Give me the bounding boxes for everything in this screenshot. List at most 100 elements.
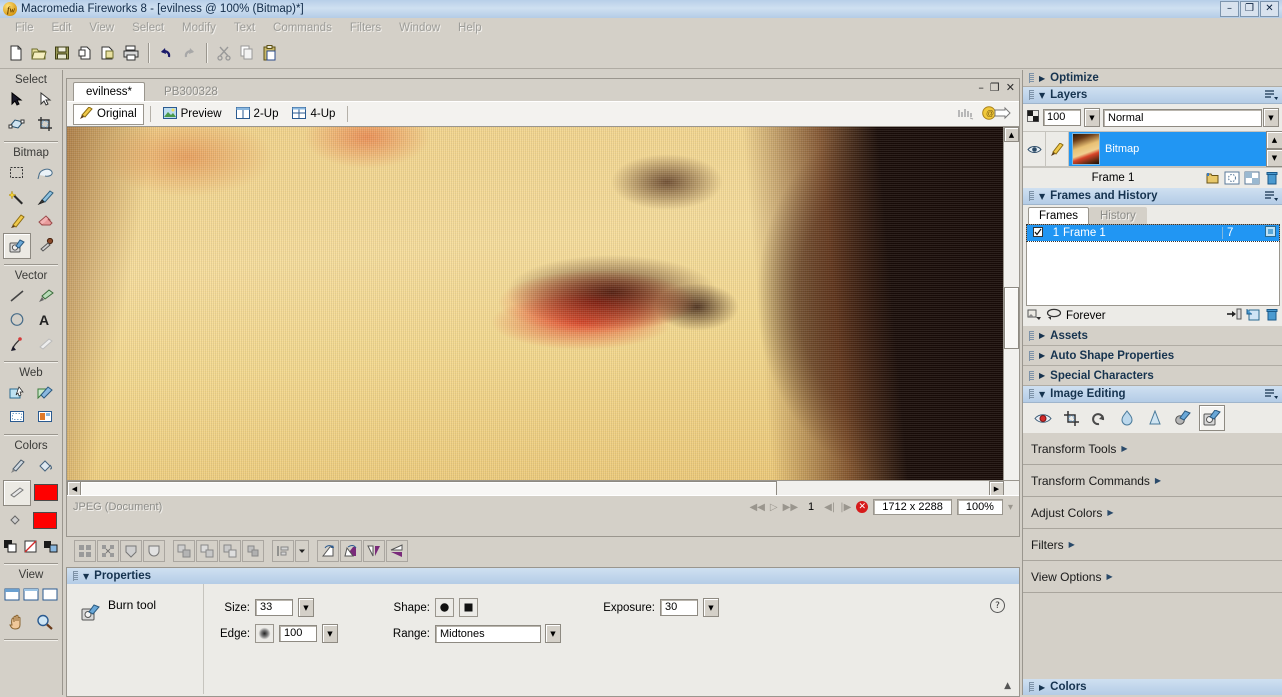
redo-button[interactable] bbox=[178, 42, 200, 64]
range-dropdown-icon[interactable]: ▼ bbox=[545, 624, 561, 643]
panel-grip-icon[interactable] bbox=[1029, 389, 1034, 399]
frames-list[interactable]: 1 Frame 1 7 bbox=[1026, 224, 1280, 306]
window-close-button[interactable]: ✕ bbox=[1260, 1, 1279, 17]
sharpen-tool[interactable] bbox=[1143, 406, 1167, 430]
rotate-ccw-button[interactable] bbox=[317, 540, 339, 562]
resize-grip-icon[interactable]: ▲ bbox=[1004, 681, 1011, 691]
punch-button[interactable] bbox=[219, 540, 241, 562]
hide-slices-button[interactable] bbox=[4, 405, 30, 429]
hotspot-tool[interactable] bbox=[4, 381, 30, 405]
default-colors-button[interactable] bbox=[3, 534, 19, 558]
play-icon[interactable]: ▷ bbox=[770, 502, 778, 513]
lasso-tool[interactable] bbox=[32, 161, 58, 185]
frame-delay[interactable]: 7 bbox=[1222, 227, 1265, 239]
flip-horizontal-button[interactable] bbox=[363, 540, 385, 562]
canvas-vertical-scrollbar[interactable]: ▲ ▼ bbox=[1003, 127, 1019, 495]
vector-path-tool[interactable] bbox=[32, 284, 58, 308]
panel-grip-icon[interactable] bbox=[1029, 191, 1034, 201]
layer-lock-toggle[interactable] bbox=[1046, 132, 1069, 166]
panel-frames-history-header[interactable]: ▼ Frames and History bbox=[1023, 188, 1282, 205]
panel-grip-icon[interactable] bbox=[1029, 73, 1034, 83]
align-left-button[interactable] bbox=[74, 540, 96, 562]
copy-button[interactable] bbox=[236, 42, 258, 64]
canvas-horizontal-scrollbar[interactable]: ◀ ▶ bbox=[67, 480, 1019, 495]
crop-paths-button[interactable] bbox=[242, 540, 264, 562]
zoom-level[interactable]: 100% bbox=[956, 499, 1003, 515]
expand-triangle-icon[interactable]: ▼ bbox=[1039, 91, 1045, 100]
collapse-triangle-icon[interactable]: ▶ bbox=[1039, 371, 1045, 380]
panel-grip-icon[interactable] bbox=[1029, 330, 1034, 341]
text-tool[interactable]: A bbox=[32, 308, 58, 332]
magic-wand-tool[interactable] bbox=[4, 185, 30, 209]
prev-frame-icon[interactable]: ◀| bbox=[824, 502, 835, 513]
panel-options-icon[interactable] bbox=[1265, 388, 1282, 400]
view-mode-4up[interactable]: 4-Up bbox=[286, 105, 341, 124]
properties-panel-header[interactable]: ▼ Properties bbox=[67, 568, 1019, 584]
red-eye-removal-tool[interactable] bbox=[1031, 406, 1055, 430]
menu-text[interactable]: Text bbox=[225, 20, 264, 36]
round-brush-icon[interactable] bbox=[435, 598, 454, 617]
menu-window[interactable]: Window bbox=[390, 20, 449, 36]
panel-options-icon[interactable] bbox=[1265, 89, 1282, 101]
stop-icon[interactable]: ✕ bbox=[856, 501, 869, 513]
document-tab-evilness[interactable]: evilness* bbox=[73, 82, 146, 101]
split-button[interactable] bbox=[196, 540, 218, 562]
window-minimize-button[interactable]: – bbox=[1220, 1, 1239, 17]
panel-optimize-header[interactable]: ▶ Optimize bbox=[1023, 70, 1282, 87]
marquee-tool[interactable] bbox=[4, 161, 30, 185]
horizontal-scroll-thumb[interactable] bbox=[80, 481, 777, 495]
scale-transform-tool[interactable] bbox=[4, 112, 30, 136]
document-restore-button[interactable]: ❐ bbox=[990, 81, 1000, 94]
layer-scroll-down-button[interactable]: ▼ bbox=[1266, 149, 1282, 167]
expand-triangle-icon[interactable]: ▼ bbox=[83, 572, 89, 581]
slice-tool[interactable] bbox=[32, 381, 58, 405]
rubber-stamp-tool[interactable] bbox=[33, 233, 59, 257]
save-button[interactable] bbox=[51, 42, 73, 64]
print-button[interactable] bbox=[120, 42, 142, 64]
exposure-input[interactable]: 30 bbox=[660, 599, 698, 616]
subselection-tool[interactable] bbox=[32, 88, 58, 112]
new-layer-button[interactable] bbox=[1203, 170, 1221, 186]
layer-visibility-toggle[interactable] bbox=[1023, 132, 1046, 166]
hand-tool[interactable] bbox=[4, 610, 30, 634]
rotate-cw-button[interactable] bbox=[340, 540, 362, 562]
undo-button[interactable] bbox=[155, 42, 177, 64]
no-stroke-or-fill-button[interactable] bbox=[23, 534, 39, 558]
frame-row[interactable]: 1 Frame 1 7 bbox=[1026, 224, 1280, 242]
loop-label[interactable]: Forever bbox=[1066, 310, 1106, 322]
collapse-triangle-icon[interactable]: ▶ bbox=[1039, 683, 1045, 692]
cut-button[interactable] bbox=[213, 42, 235, 64]
scroll-up-button[interactable]: ▲ bbox=[1004, 127, 1019, 142]
document-image[interactable] bbox=[67, 127, 1003, 481]
distribute-to-frames-icon[interactable] bbox=[1227, 308, 1242, 324]
panel-auto-shape-properties-header[interactable]: ▶ Auto Shape Properties bbox=[1023, 346, 1282, 366]
view-mode-2up[interactable]: 2-Up bbox=[230, 105, 285, 124]
eraser-tool[interactable] bbox=[32, 209, 58, 233]
panel-grip-icon[interactable] bbox=[1029, 350, 1034, 361]
collapse-triangle-icon[interactable]: ▶ bbox=[1039, 74, 1045, 83]
fill-color-selector[interactable] bbox=[4, 508, 30, 532]
blend-mode-select[interactable]: Normal bbox=[1103, 108, 1262, 127]
swap-colors-button[interactable] bbox=[43, 534, 59, 558]
expand-triangle-icon[interactable]: ▼ bbox=[1039, 192, 1045, 201]
trash-icon[interactable] bbox=[1265, 308, 1279, 324]
dodge-tool[interactable] bbox=[1171, 406, 1195, 430]
panel-grip-icon[interactable] bbox=[1029, 370, 1034, 381]
menu-modify[interactable]: Modify bbox=[173, 20, 225, 36]
collapse-triangle-icon[interactable]: ▶ bbox=[1039, 351, 1045, 360]
panel-grip-icon[interactable] bbox=[73, 571, 78, 581]
paint-bucket-tool[interactable] bbox=[32, 454, 58, 478]
zoom-dropdown-icon[interactable]: ▾ bbox=[1008, 502, 1013, 513]
exposure-dropdown-icon[interactable]: ▼ bbox=[703, 598, 719, 617]
next-frame-icon[interactable]: |▶ bbox=[840, 502, 851, 513]
collapse-triangle-icon[interactable]: ▶ bbox=[1039, 331, 1045, 340]
tab-frames[interactable]: Frames bbox=[1028, 207, 1089, 224]
open-button[interactable] bbox=[28, 42, 50, 64]
edge-dropdown-icon[interactable]: ▼ bbox=[322, 624, 338, 643]
distribute-button[interactable] bbox=[272, 540, 294, 562]
menu-help[interactable]: Help bbox=[449, 20, 491, 36]
panel-grip-icon[interactable] bbox=[1029, 90, 1034, 100]
pen-tool[interactable] bbox=[4, 332, 30, 356]
expand-triangle-icon[interactable]: ▼ bbox=[1039, 390, 1045, 399]
soft-edge-icon[interactable] bbox=[255, 624, 274, 643]
